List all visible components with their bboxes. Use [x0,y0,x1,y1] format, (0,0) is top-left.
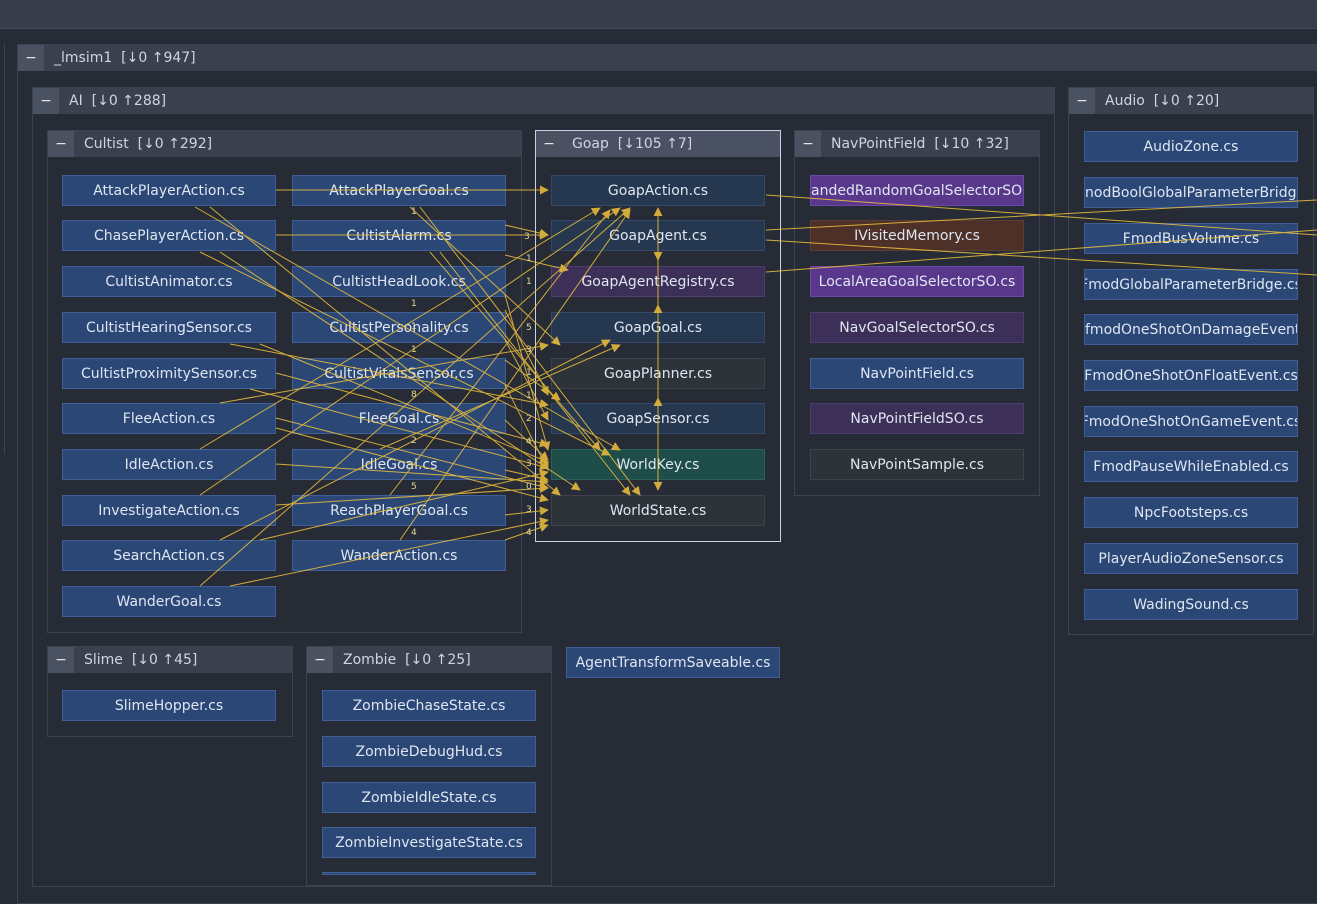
collapse-button-slime[interactable]: − [48,647,74,673]
file-node[interactable]: NavPointFieldSO.cs [810,403,1024,434]
file-node[interactable]: NavGoalSelectorSO.cs [810,312,1024,343]
group-counts: [↓0 ↑45] [131,652,198,668]
file-node[interactable]: AttackPlayerGoal.cs [292,175,506,206]
group-title: NavPointField [831,136,926,152]
group-title: Goap [572,136,609,152]
file-node[interactable]: ZombieChaseState.cs [322,690,536,721]
left-panel-edge [0,44,5,454]
top-toolbar [0,0,1317,29]
file-node[interactable]: ZombieDebugHud.cs [322,736,536,767]
group-header-navpointfield: − NavPointField [↓10 ↑32] [795,131,1039,157]
file-node[interactable]: GoapAgentRegistry.cs [551,266,765,297]
file-node[interactable]: ZombieIdleState.cs [322,782,536,813]
file-node[interactable]: fmodOneShotOnDamageEvent.c [1084,314,1298,345]
file-node[interactable]: PlayerAudioZoneSensor.cs [1084,543,1298,574]
file-node[interactable]: WanderGoal.cs [62,586,276,617]
file-node[interactable]: WanderAction.cs [292,540,506,571]
group-title: AI [69,93,83,109]
group-title: Cultist [84,136,129,152]
file-node[interactable]: GoapPlanner.cs [551,358,765,389]
file-node[interactable]: ZombieInvestigateState.cs [322,827,536,858]
file-node[interactable]: FmodOneShotOnGameEvent.cs [1084,406,1298,437]
file-node[interactable]: GoapSensor.cs [551,403,765,434]
file-node[interactable]: AttackPlayerAction.cs [62,175,276,206]
file-node[interactable]: andedRandomGoalSelectorSO.c [810,175,1024,206]
file-node[interactable]: FleeAction.cs [62,403,276,434]
file-node[interactable]: FmodPauseWhileEnabled.cs [1084,451,1298,482]
file-node[interactable]: NavPointField.cs [810,358,1024,389]
file-node[interactable]: SlimeHopper.cs [62,690,276,721]
collapse-button-ai[interactable]: − [33,88,59,114]
group-title: Slime [84,652,123,668]
group-header-audio: − Audio [↓0 ↑20] [1069,88,1313,114]
collapse-button-audio[interactable]: − [1069,88,1095,114]
file-node[interactable]: GoapAction.cs [551,175,765,206]
file-node[interactable]: FmodGlobalParameterBridge.cs [1084,269,1298,300]
group-counts: [↓0 ↑947] [121,50,196,66]
group-header-ai: − AI [↓0 ↑288] [33,88,1054,114]
group-counts: [↓105 ↑7] [617,136,693,152]
group-counts: [↓10 ↑32] [934,136,1009,152]
file-node[interactable]: IdleAction.cs [62,449,276,480]
group-title: _lmsim1 [54,50,113,66]
file-node[interactable]: AgentTransformSaveable.cs [566,647,780,678]
file-node[interactable]: FmodBusVolume.cs [1084,223,1298,254]
file-node[interactable]: AudioZone.cs [1084,131,1298,162]
group-header-slime: − Slime [↓0 ↑45] [48,647,292,673]
collapse-button-zombie[interactable]: − [307,647,333,673]
file-node[interactable]: CultistHearingSensor.cs [62,312,276,343]
collapse-button-lmsim1[interactable]: − [18,45,44,71]
group-counts: [↓0 ↑25] [405,652,471,668]
group-counts: [↓0 ↑20] [1153,93,1220,109]
group-header-cultist: − Cultist [↓0 ↑292] [48,131,521,157]
file-node[interactable]: ReachPlayerGoal.cs [292,495,506,526]
file-node[interactable]: WorldKey.cs [551,449,765,480]
file-node[interactable]: LocalAreaGoalSelectorSO.cs [810,266,1024,297]
file-node[interactable]: CultistPersonality.cs [292,312,506,343]
file-node[interactable]: InvestigateAction.cs [62,495,276,526]
group-title: Audio [1105,93,1145,109]
file-node[interactable]: CultistAlarm.cs [292,220,506,251]
file-node[interactable]: CultistVitalsSensor.cs [292,358,506,389]
file-node[interactable]: CultistProximitySensor.cs [62,358,276,389]
file-node[interactable]: GoapGoal.cs [551,312,765,343]
file-node[interactable]: nodBoolGlobalParameterBridge. [1084,177,1298,208]
group-header-goap: − Goap [↓105 ↑7] [536,131,780,157]
group-counts: [↓0 ↑288] [91,93,167,109]
file-node[interactable]: WadingSound.cs [1084,589,1298,620]
file-node[interactable]: CultistAnimator.cs [62,266,276,297]
file-node[interactable]: IdleGoal.cs [292,449,506,480]
file-node[interactable]: GoapAgent.cs [551,220,765,251]
file-node[interactable]: IVisitedMemory.cs [810,220,1024,251]
group-counts: [↓0 ↑292] [137,136,213,152]
file-node[interactable]: FmodOneShotOnFloatEvent.cs [1084,360,1298,391]
group-header-lmsim1: − _lmsim1 [↓0 ↑947] [18,45,1317,71]
file-node[interactable]: SearchAction.cs [62,540,276,571]
group-title: Zombie [343,652,397,668]
file-node[interactable]: WorldState.cs [551,495,765,526]
collapse-button-goap[interactable]: − [536,131,562,157]
collapse-button-navpointfield[interactable]: − [795,131,821,157]
collapse-button-cultist[interactable]: − [48,131,74,157]
file-node[interactable]: CultistHeadLook.cs [292,266,506,297]
group-header-zombie: − Zombie [↓0 ↑25] [307,647,551,673]
file-node[interactable]: ChasePlayerAction.cs [62,220,276,251]
file-node[interactable]: NavPointSample.cs [810,449,1024,480]
file-node[interactable]: FleeGoal.cs [292,403,506,434]
file-node[interactable]: NpcFootsteps.cs [1084,497,1298,528]
